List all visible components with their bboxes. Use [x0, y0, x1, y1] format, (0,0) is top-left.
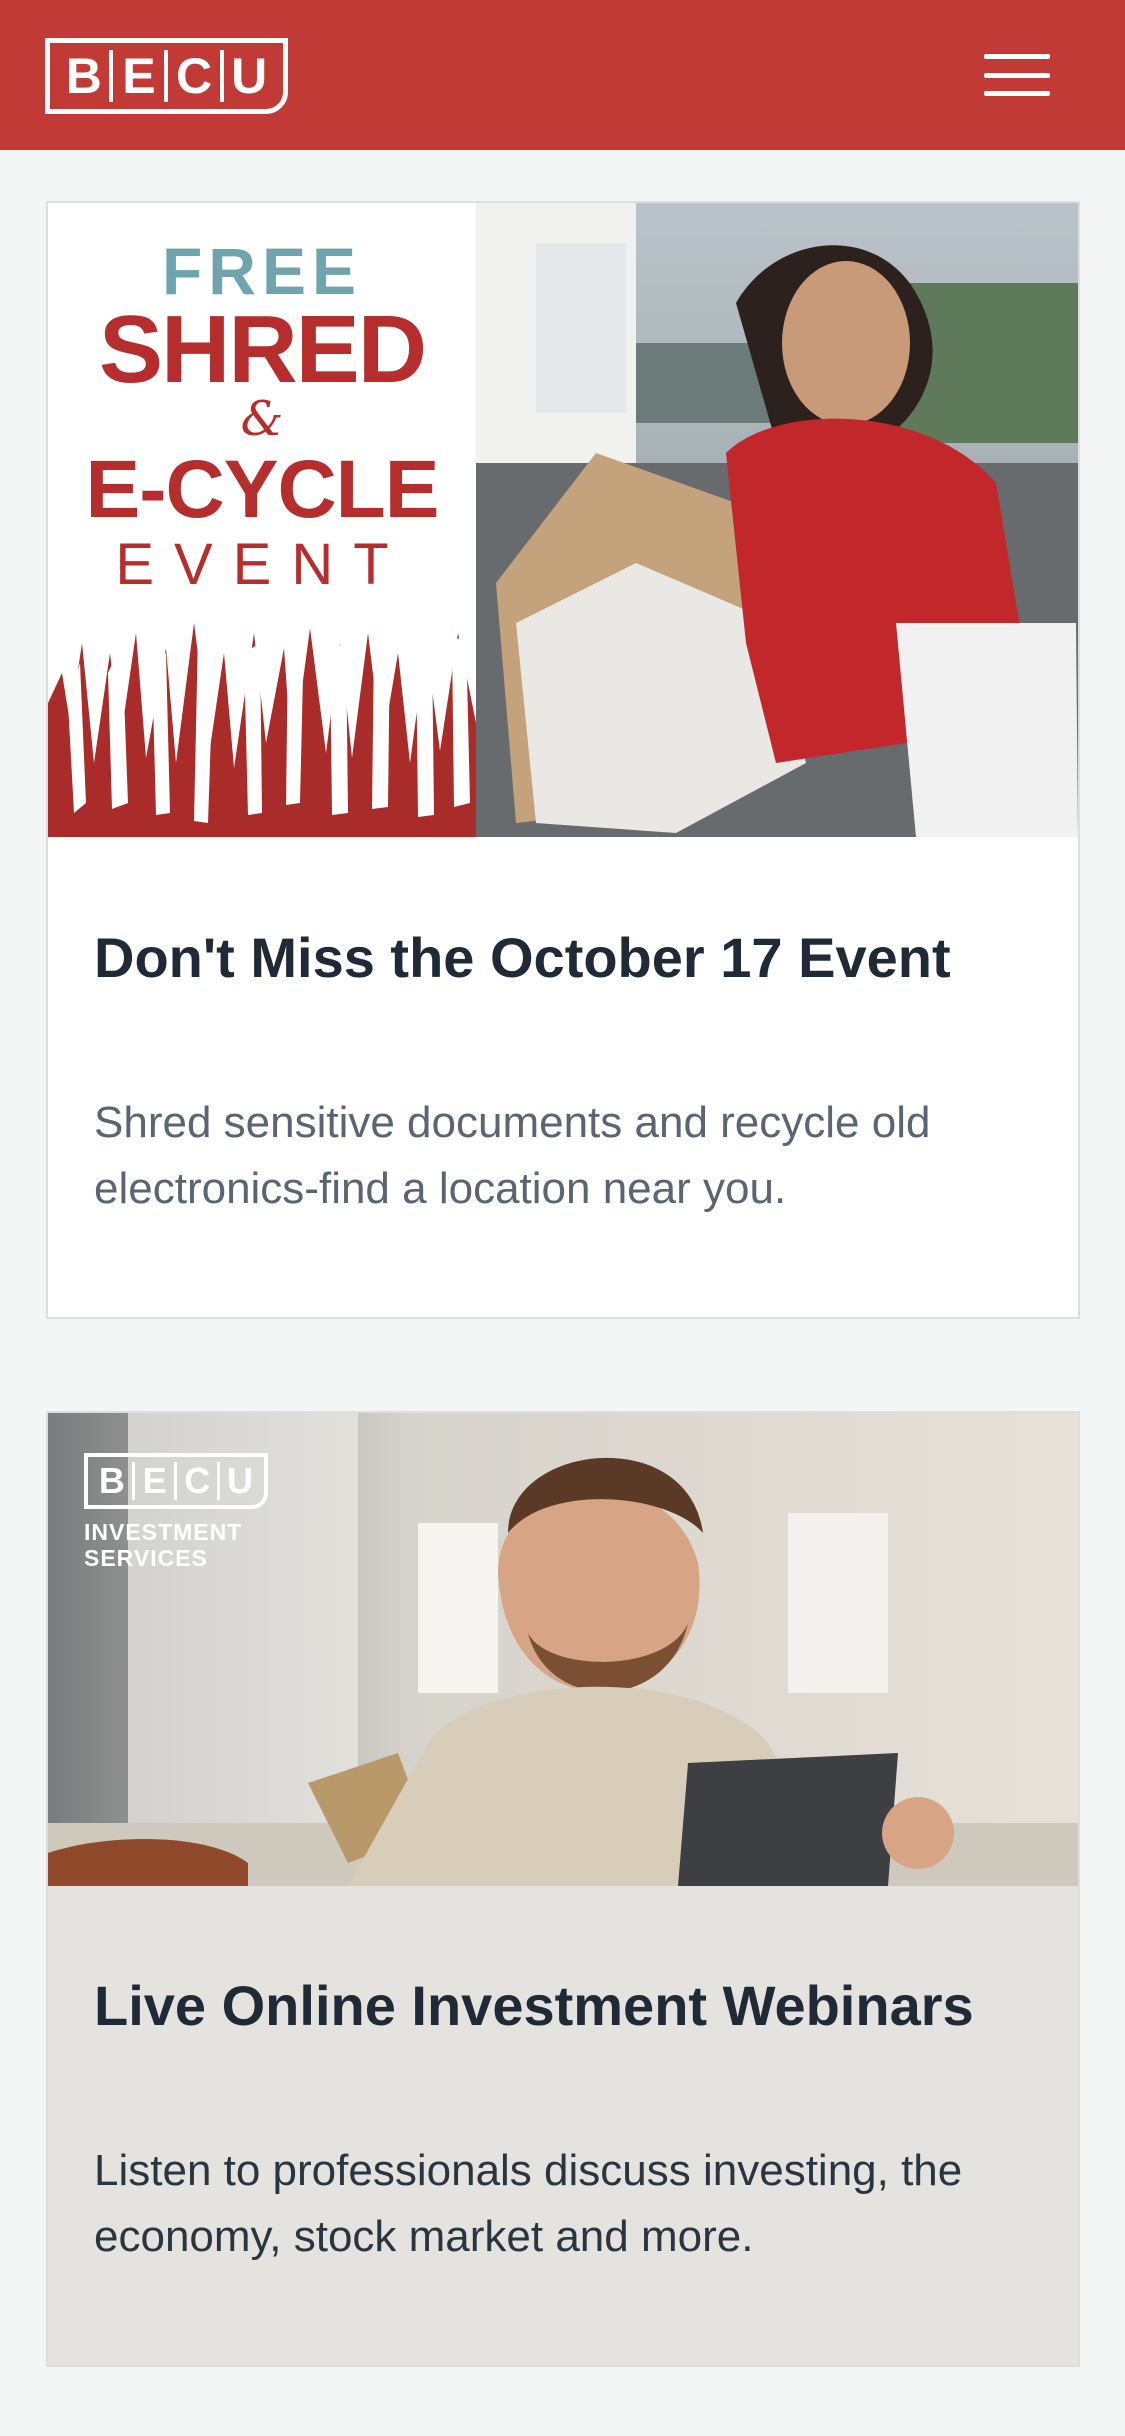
- hamburger-menu-icon[interactable]: [980, 48, 1054, 102]
- logo-divider: [217, 1462, 221, 1500]
- menu-bar: [984, 54, 1050, 59]
- logo-letter-b: B: [65, 48, 102, 104]
- investment-webinar-card[interactable]: B E C U INVESTMENT SERVICES Live Online …: [46, 1411, 1080, 2367]
- shredded-paper-graphic: [48, 623, 476, 837]
- services-label: SERVICES: [84, 1545, 208, 1571]
- menu-bar: [984, 72, 1050, 78]
- logo-letter-u: U: [231, 48, 268, 104]
- investment-label: INVESTMENT: [84, 1519, 243, 1545]
- promo-graphic: FREE SHRED & E-CYCLE EVENT: [48, 203, 476, 837]
- logo-letter-e: E: [142, 1460, 167, 1501]
- card-title[interactable]: Don't Miss the October 17 Event: [94, 925, 951, 990]
- investment-webinar-banner: B E C U INVESTMENT SERVICES: [48, 1413, 1078, 1886]
- logo-letter-c: C: [184, 1460, 211, 1501]
- logo-letter-e: E: [122, 48, 156, 104]
- becu-investment-logo: B E C U INVESTMENT SERVICES: [84, 1453, 270, 1571]
- logo-letter-u: U: [226, 1460, 253, 1501]
- logo-divider: [131, 1462, 135, 1500]
- shred-event-photo: [476, 203, 1078, 837]
- logo-divider: [164, 50, 169, 102]
- shred-event-card[interactable]: FREE SHRED & E-CYCLE EVENT Don't Miss th…: [46, 201, 1080, 1319]
- menu-bar: [984, 91, 1050, 96]
- logo-letter-b: B: [98, 1460, 125, 1501]
- logo-divider: [219, 50, 224, 102]
- card-title[interactable]: Live Online Investment Webinars: [94, 1973, 974, 2038]
- logo-divider: [109, 50, 114, 102]
- becu-logo[interactable]: B E C U: [45, 38, 288, 114]
- logo-letter-c: C: [175, 48, 213, 104]
- card-description: Listen to professionals discuss investin…: [94, 2146, 963, 2261]
- shred-event-banner: FREE SHRED & E-CYCLE EVENT: [48, 203, 1078, 837]
- site-header: B E C U: [0, 0, 1125, 150]
- becu-mini-logo: B E C U: [84, 1453, 268, 1509]
- card-description: Shred sensitive documents and recycle ol…: [94, 1098, 931, 1213]
- logo-divider: [174, 1462, 178, 1500]
